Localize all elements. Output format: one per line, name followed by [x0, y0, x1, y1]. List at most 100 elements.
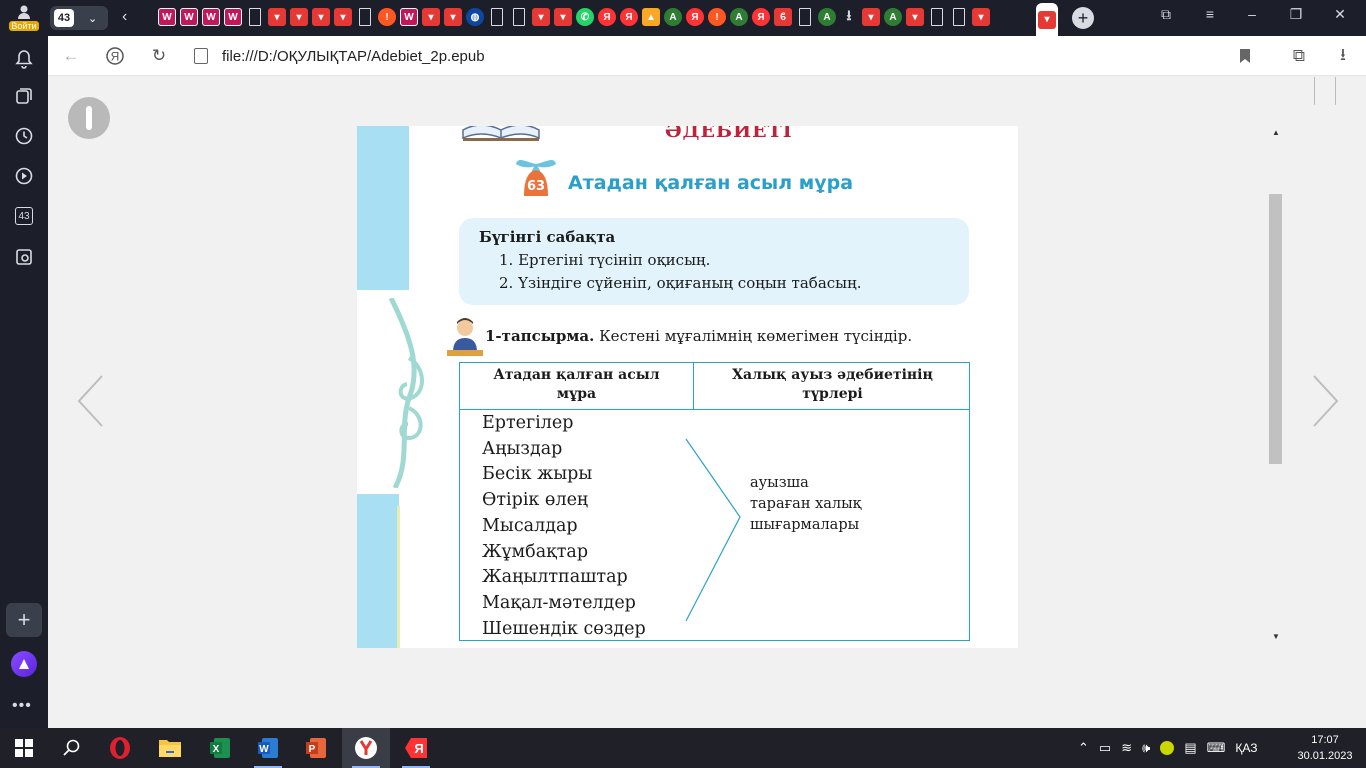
- info-icon[interactable]: [68, 97, 110, 139]
- tab[interactable]: ⭳: [840, 7, 858, 26]
- task-text: Кестені мұғалімнің көмегімен түсіндір.: [599, 327, 913, 345]
- lesson-bell-icon: 63: [516, 159, 556, 196]
- list-item: Жаңылтпаштар: [482, 567, 628, 588]
- tab[interactable]: ϐ: [774, 8, 792, 26]
- tab[interactable]: W: [158, 8, 176, 26]
- tab-scroll-left-icon[interactable]: ‹: [122, 8, 127, 26]
- tab[interactable]: Я: [620, 8, 638, 26]
- file-explorer-app[interactable]: [146, 728, 194, 768]
- tab[interactable]: A: [818, 8, 836, 26]
- restore-icon[interactable]: ❐: [1284, 6, 1308, 23]
- tab[interactable]: W: [180, 8, 198, 26]
- tab[interactable]: W: [400, 8, 418, 26]
- tab[interactable]: [249, 8, 261, 26]
- tab[interactable]: ▾: [312, 8, 330, 26]
- keyboard-icon[interactable]: ⌨: [1207, 740, 1226, 756]
- menu-icon[interactable]: ≡: [1198, 6, 1222, 22]
- tab[interactable]: ✆: [576, 8, 594, 26]
- tab[interactable]: ▾: [862, 8, 880, 26]
- tab[interactable]: ◍: [466, 8, 484, 26]
- extensions-icon[interactable]: ⧉: [1288, 45, 1310, 67]
- tab[interactable]: ▾: [334, 8, 352, 26]
- more-icon[interactable]: •••: [12, 697, 32, 715]
- word-app[interactable]: W: [244, 728, 292, 768]
- wifi-icon[interactable]: ≋: [1121, 740, 1132, 756]
- bookmark-icon[interactable]: [1234, 45, 1256, 67]
- page-scrollbar[interactable]: ▲ ▼: [1268, 126, 1284, 648]
- tab[interactable]: W: [202, 8, 220, 26]
- clock-icon: [15, 127, 33, 145]
- tab[interactable]: [931, 8, 943, 26]
- new-tab-button[interactable]: +: [1072, 7, 1094, 29]
- add-panel-button[interactable]: +: [6, 603, 42, 637]
- prev-page-arrow-icon[interactable]: [76, 374, 106, 428]
- scroll-thumb[interactable]: [1269, 194, 1282, 464]
- yandex-browser-app[interactable]: [342, 728, 390, 768]
- tab[interactable]: [491, 8, 503, 26]
- tab[interactable]: ▾: [532, 8, 550, 26]
- chevron-up-icon[interactable]: ⌃: [1078, 740, 1089, 756]
- tab[interactable]: Я: [598, 8, 616, 26]
- security-icon[interactable]: [1160, 741, 1175, 755]
- excel-app[interactable]: X: [196, 728, 244, 768]
- opera-app[interactable]: [96, 728, 144, 768]
- tab[interactable]: ▾: [554, 8, 572, 26]
- tab[interactable]: [359, 8, 371, 26]
- next-page-arrow-icon[interactable]: [1310, 374, 1340, 428]
- tab[interactable]: ▾: [906, 8, 924, 26]
- reload-icon[interactable]: ↻: [148, 45, 170, 67]
- tab[interactable]: Я: [752, 8, 770, 26]
- alice-assistant-button[interactable]: [11, 651, 37, 677]
- tab[interactable]: [799, 8, 811, 26]
- video-button[interactable]: [10, 162, 38, 190]
- chat-icon[interactable]: ▤: [1184, 740, 1196, 756]
- tab[interactable]: A: [730, 8, 748, 26]
- tab[interactable]: [953, 8, 965, 26]
- open-book-icon: [462, 126, 540, 141]
- tab-manager-icon[interactable]: ⧉: [1154, 6, 1178, 23]
- tab[interactable]: ▾: [972, 8, 990, 26]
- back-arrow-icon[interactable]: ←: [60, 45, 82, 67]
- tab[interactable]: ▾: [444, 8, 462, 26]
- tab[interactable]: ▾: [290, 8, 308, 26]
- login-button[interactable]: Войти: [6, 4, 42, 34]
- volume-icon[interactable]: 🕪: [1142, 740, 1150, 756]
- minimize-icon[interactable]: –: [1240, 6, 1264, 22]
- screenshot-button[interactable]: [10, 243, 38, 271]
- plus-icon: +: [17, 607, 31, 632]
- browser-sidebar: Войти 43 + •••: [0, 0, 48, 728]
- scroll-down-arrow-icon[interactable]: ▼: [1268, 632, 1284, 644]
- scroll-up-arrow-icon[interactable]: ▲: [1268, 128, 1284, 140]
- tab[interactable]: ▲: [642, 8, 660, 26]
- language-indicator[interactable]: ҚАЗ: [1235, 741, 1257, 755]
- tab[interactable]: !: [378, 8, 396, 26]
- tab[interactable]: W: [224, 8, 242, 26]
- address-field[interactable]: file:///D:/ОҚУЛЫҚТАР/Adebiet_2p.epub: [188, 42, 1308, 70]
- tabs-counter-button[interactable]: 43: [10, 202, 38, 230]
- powerpoint-app[interactable]: P: [292, 728, 340, 768]
- battery-icon[interactable]: ▭: [1099, 740, 1111, 756]
- yandex-app[interactable]: Я: [392, 728, 440, 768]
- tab-count-button[interactable]: 43 ⌄: [50, 6, 108, 30]
- tab[interactable]: !: [708, 8, 726, 26]
- decor-strip: [357, 126, 409, 290]
- tab[interactable]: Я: [686, 8, 704, 26]
- user-icon: [18, 5, 30, 19]
- time-text: 17:07: [1311, 734, 1339, 746]
- download-icon[interactable]: ⭳: [1332, 45, 1354, 67]
- tab[interactable]: A: [664, 8, 682, 26]
- collections-button[interactable]: [10, 82, 38, 110]
- start-button[interactable]: [0, 728, 48, 768]
- page-bookmark-icon[interactable]: [1314, 77, 1336, 105]
- yandex-logo-icon[interactable]: Я: [104, 45, 126, 67]
- close-icon[interactable]: ✕: [1328, 6, 1352, 23]
- tab-active[interactable]: ▾: [1036, 3, 1058, 36]
- notifications-button[interactable]: [10, 45, 38, 73]
- tab[interactable]: [513, 8, 525, 26]
- clock[interactable]: 17:07 30.01.2023: [1290, 732, 1360, 764]
- search-button[interactable]: [48, 728, 96, 768]
- tab[interactable]: ▾: [268, 8, 286, 26]
- tab[interactable]: ▾: [422, 8, 440, 26]
- tab[interactable]: A: [884, 8, 902, 26]
- history-button[interactable]: [10, 122, 38, 150]
